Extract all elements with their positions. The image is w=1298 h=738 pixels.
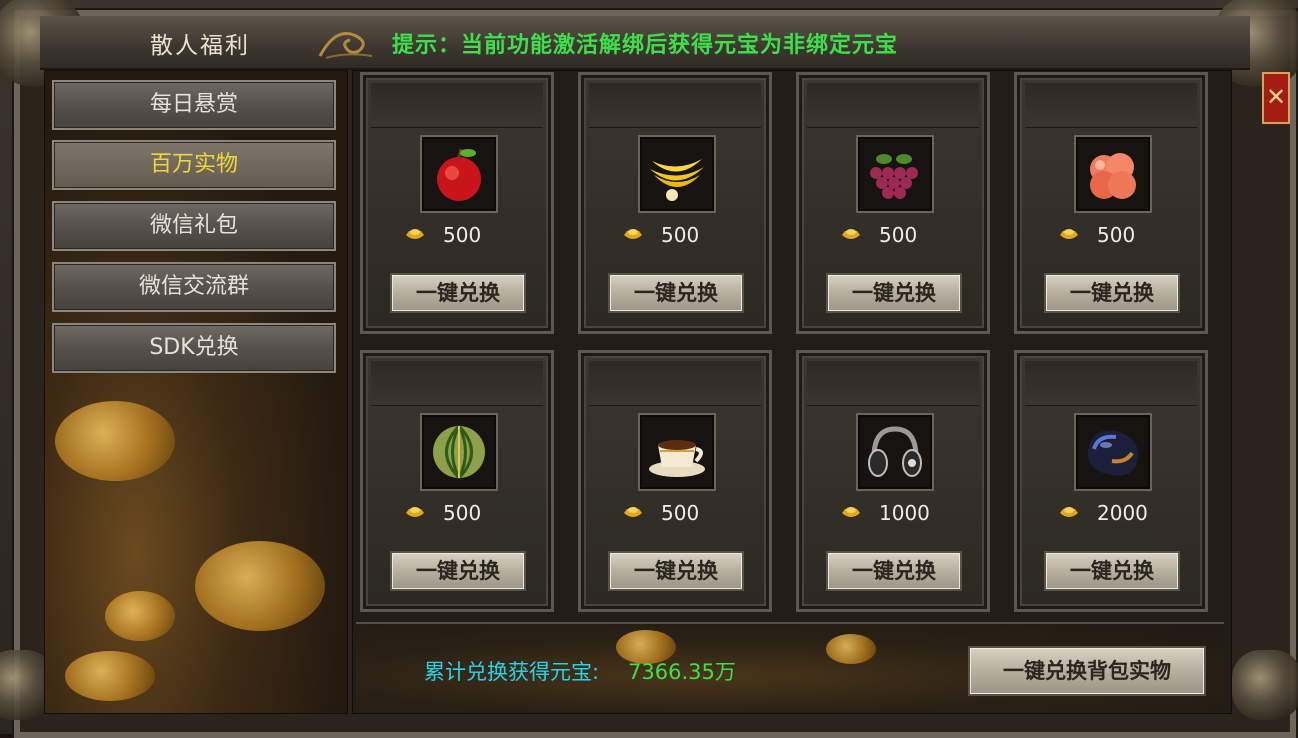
headphones-icon: [868, 426, 922, 477]
reward-card: 500 一键兑换: [360, 350, 554, 612]
price-value: 1000: [879, 501, 930, 525]
reward-card: 500 一键兑换: [578, 350, 772, 612]
gold-ingot-icon: [406, 229, 424, 239]
gold-coin-decoration: [826, 634, 876, 664]
redeem-all-bag-button[interactable]: 一键兑换背包实物: [968, 646, 1206, 696]
mouse-icon: [1087, 430, 1139, 476]
total-yuanbao-label: 累计兑换获得元宝:: [424, 660, 600, 684]
grapes-icon: [870, 154, 918, 199]
gold-ingot-icon: [842, 507, 860, 517]
notice-text: 提示：当前功能激活解绑后获得元宝为非绑定元宝: [392, 33, 899, 58]
gold-ingot-icon: [1060, 229, 1078, 239]
gold-ingot-icon: [842, 229, 860, 239]
price-value: 500: [661, 501, 700, 525]
reward-card: 500 一键兑换: [1014, 72, 1208, 334]
item-slot[interactable]: [638, 135, 716, 213]
price-value: 500: [443, 501, 482, 525]
redeem-button[interactable]: 一键兑换: [1044, 273, 1180, 313]
gold-ingot-icon: [624, 229, 642, 239]
item-slot[interactable]: [856, 135, 934, 213]
sidebar-item-million-items[interactable]: 百万实物: [52, 140, 336, 190]
sidebar-item-wechat-gift[interactable]: 微信礼包: [52, 201, 336, 251]
price-value: 500: [661, 223, 700, 247]
gold-coin-decoration: [195, 541, 325, 631]
cloud-swirl-icon: [316, 22, 376, 62]
redeem-button[interactable]: 一键兑换: [826, 551, 962, 591]
redeem-button[interactable]: 一键兑换: [390, 551, 526, 591]
total-yuanbao-value: 7366.35万: [628, 660, 736, 684]
redeem-button[interactable]: 一键兑换: [608, 273, 744, 313]
item-slot[interactable]: [1074, 413, 1152, 491]
window-title: 散人福利: [150, 33, 250, 59]
peach-icon: [1090, 153, 1136, 199]
dragon-ornament-bottom-right-icon: [1232, 650, 1298, 720]
coffee-cup-icon: [649, 440, 705, 477]
gold-coin-decoration: [65, 651, 155, 701]
sidebar-item-sdk-exchange[interactable]: SDK兑换: [52, 323, 336, 373]
redeem-button[interactable]: 一键兑换: [826, 273, 962, 313]
gold-ingot-icon: [1060, 507, 1078, 517]
close-button[interactable]: ✕: [1262, 72, 1290, 124]
price-value: 2000: [1097, 501, 1148, 525]
item-slot[interactable]: [638, 413, 716, 491]
sidebar-item-wechat-group[interactable]: 微信交流群: [52, 262, 336, 312]
close-icon: ✕: [1265, 83, 1287, 111]
gold-ingot-icon: [406, 507, 424, 517]
price-value: 500: [1097, 223, 1136, 247]
apple-icon: [437, 148, 481, 201]
banana-icon: [650, 159, 704, 201]
price-value: 500: [443, 223, 482, 247]
melon-icon: [433, 424, 485, 480]
reward-card: 500 一键兑换: [360, 72, 554, 334]
gold-coin-decoration: [55, 401, 175, 481]
gold-coin-decoration: [105, 591, 175, 641]
item-slot[interactable]: [420, 413, 498, 491]
sidebar-item-daily-bounty[interactable]: 每日悬赏: [52, 80, 336, 130]
redeem-button[interactable]: 一键兑换: [390, 273, 526, 313]
reward-card: 500 一键兑换: [578, 72, 772, 334]
reward-card: 500 一键兑换: [796, 72, 990, 334]
item-slot[interactable]: [420, 135, 498, 213]
reward-card: 1000 一键兑换: [796, 350, 990, 612]
item-slot[interactable]: [856, 413, 934, 491]
game-window: 散人福利 提示：当前功能激活解绑后获得元宝为非绑定元宝 ✕ 每日悬赏 百万实物 …: [0, 0, 1298, 738]
redeem-button[interactable]: 一键兑换: [608, 551, 744, 591]
gold-ingot-icon: [624, 507, 642, 517]
item-slot[interactable]: [1074, 135, 1152, 213]
reward-card: 2000 一键兑换: [1014, 350, 1208, 612]
redeem-button[interactable]: 一键兑换: [1044, 551, 1180, 591]
price-value: 500: [879, 223, 918, 247]
